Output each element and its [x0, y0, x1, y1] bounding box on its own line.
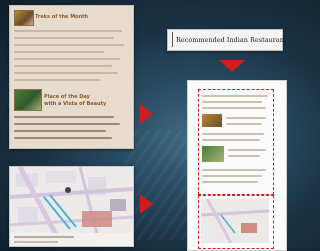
red-right-arrow [140, 104, 153, 124]
text-line [14, 130, 106, 132]
article-thumbnail [14, 10, 34, 26]
text-line [14, 123, 120, 125]
card-title-2: Place of the Day [44, 94, 90, 100]
text-line [14, 72, 118, 74]
text-line [14, 58, 120, 60]
preview-line [202, 181, 258, 183]
text-line [14, 44, 124, 46]
search-bar[interactable]: Recommended Indian Restaurant [167, 29, 287, 51]
text-line [14, 137, 112, 139]
preview-line [226, 123, 262, 125]
preview-line [202, 169, 266, 171]
preview-line [202, 107, 266, 109]
text-line [14, 37, 114, 39]
preview-line [202, 133, 264, 135]
highlight-box-1 [198, 89, 274, 195]
text-line [14, 116, 114, 118]
text-line [14, 65, 112, 67]
preview-line [202, 101, 262, 103]
preview-line [228, 155, 260, 157]
preview-map [201, 199, 269, 243]
preview-line [228, 149, 266, 151]
place-thumbnail [14, 89, 42, 111]
preview-line [202, 175, 262, 177]
red-down-arrow [219, 60, 245, 72]
preview-line [226, 117, 266, 119]
text-line [14, 51, 104, 53]
article-list-card: Treks of the Month Place of the Day with… [9, 5, 134, 149]
preview-line [202, 95, 268, 97]
map-graphic [10, 167, 133, 246]
preview-thumbnail [202, 114, 222, 127]
text-line [14, 30, 122, 32]
preview-line [202, 139, 260, 141]
map-card [9, 166, 134, 247]
card-subtitle-2: with a Vista of Beauty [44, 101, 107, 107]
text-caret [172, 32, 173, 47]
preview-thumbnail [202, 146, 224, 162]
search-query: Recommended Indian Restaurant [176, 36, 287, 44]
webpage-preview [187, 80, 287, 251]
red-right-arrow [140, 194, 153, 214]
card-title: Treks of the Month [35, 14, 89, 20]
text-line [14, 79, 100, 81]
